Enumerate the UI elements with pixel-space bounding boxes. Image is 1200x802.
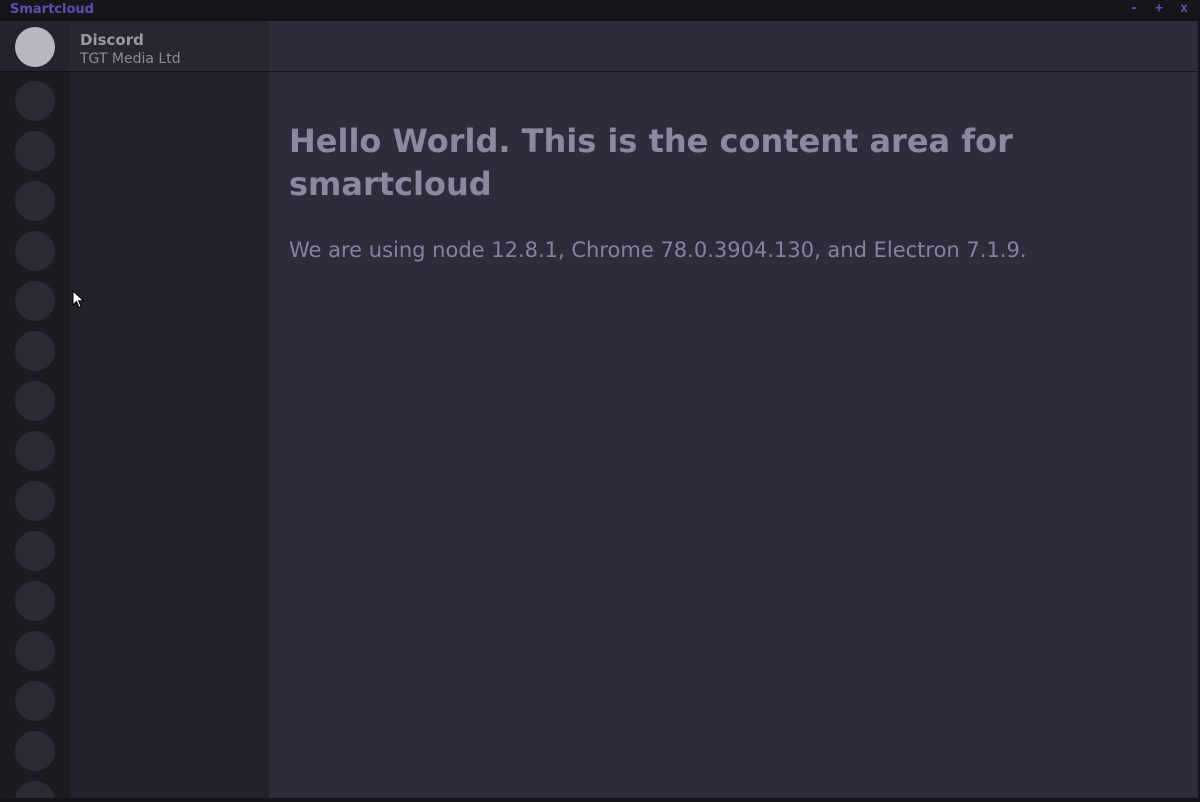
server-icon[interactable] (15, 731, 55, 771)
server-icon[interactable] (15, 431, 55, 471)
content-header (269, 21, 1198, 72)
server-icon[interactable] (15, 181, 55, 221)
content-area: Hello World. This is the content area fo… (269, 21, 1198, 798)
close-button[interactable]: x (1178, 1, 1190, 17)
organization-name: TGT Media Ltd (80, 51, 181, 67)
app-window: Smartcloud - + x Discord TGT Media Ltd H… (0, 0, 1200, 802)
server-icon[interactable] (15, 131, 55, 171)
server-icon[interactable] (15, 581, 55, 621)
server-icon[interactable] (15, 381, 55, 421)
server-header[interactable]: Discord TGT Media Ltd (70, 21, 269, 72)
page-title: Hello World. This is the content area fo… (289, 122, 1013, 203)
version-info: We are using node 12.8.1, Chrome 78.0.39… (289, 238, 1027, 262)
server-icon[interactable] (15, 231, 55, 271)
server-list (15, 81, 55, 798)
server-icon[interactable] (15, 631, 55, 671)
window-bottom-edge (0, 798, 1200, 802)
server-rail (0, 21, 70, 798)
channel-sidebar: Discord TGT Media Ltd (70, 21, 269, 798)
server-icon[interactable] (15, 81, 55, 121)
server-icon[interactable] (15, 681, 55, 721)
maximize-button[interactable]: + (1153, 1, 1165, 17)
window-controls: - + x (1128, 1, 1190, 17)
mouse-cursor-icon (72, 290, 85, 309)
server-icon[interactable] (15, 331, 55, 371)
server-icon[interactable] (15, 531, 55, 571)
server-name: Discord (80, 31, 144, 49)
server-icon[interactable] (15, 781, 55, 798)
app-title: Smartcloud (10, 2, 94, 17)
minimize-button[interactable]: - (1128, 1, 1140, 17)
server-icon[interactable] (15, 481, 55, 521)
server-icon[interactable] (15, 281, 55, 321)
server-avatar-icon[interactable] (15, 27, 55, 67)
title-bar[interactable]: Smartcloud - + x (0, 0, 1200, 20)
